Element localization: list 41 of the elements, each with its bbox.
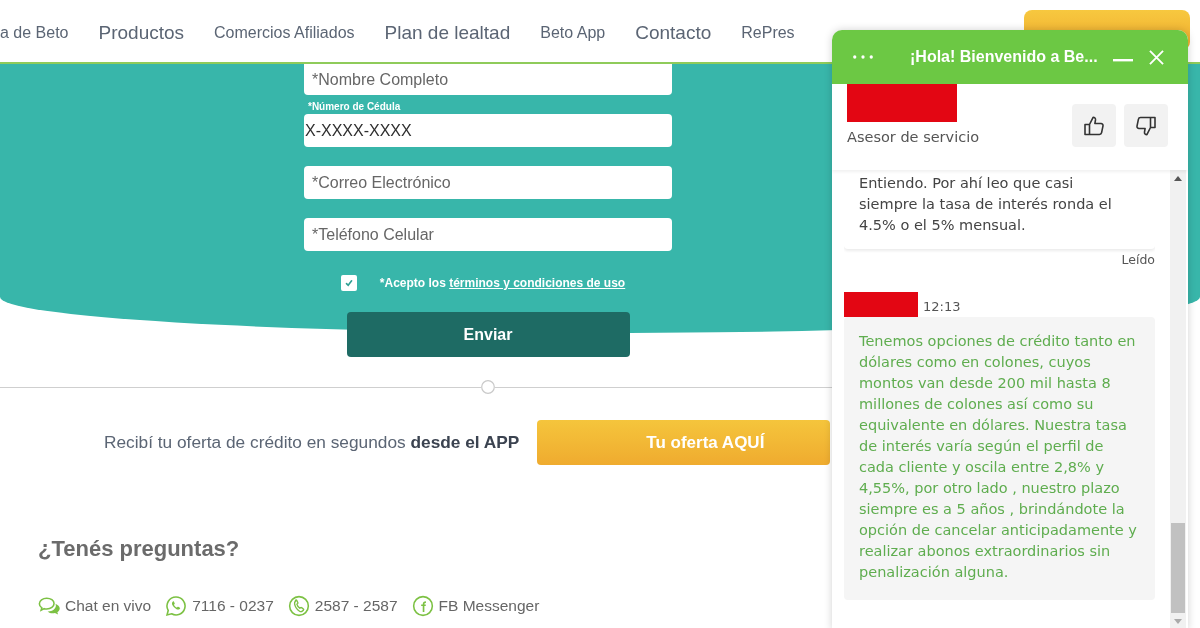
nav-link[interactable]: Productos [98,22,185,44]
nav-link[interactable]: Plan de lealtad [384,22,511,44]
nav-link[interactable]: Contacto [635,22,712,44]
caret-up-icon[interactable] [1174,176,1182,181]
caret-down-icon[interactable] [1174,619,1182,624]
nav-link[interactable]: Beto App [540,24,606,42]
input-field[interactable]: *Correo Electrónico [304,166,672,199]
nav-link[interactable]: RePres [741,24,795,42]
circle-f-icon[interactable] [411,595,434,617]
checkmark-icon [343,278,354,288]
dislike-button[interactable] [1124,104,1168,147]
checkbox[interactable] [340,275,357,291]
minimize-icon[interactable] [1113,58,1133,62]
input-field[interactable]: X-XXXX-XXXX [304,114,672,147]
contact-link[interactable]: 7116 - 0237 [192,597,274,615]
nav-link[interactable]: a de Beto [0,24,69,42]
input-field[interactable]: *Nombre Completo [304,64,672,95]
close-icon[interactable] [1149,49,1164,65]
nav-link[interactable]: Comercios Afiliados [214,24,355,42]
chat-title: ¡Hola! Bienvenido a Be... [910,48,1098,66]
offer-text: Recibí tu oferta de crédito en segundos desde el APP [104,432,520,453]
message-bubble: Entiendo. Por ahí leo que casi siempre la tasa de interés ronda el 4.5% o el 5% mensual. [844,170,1155,249]
questions-heading: ¿Tenés preguntas? [38,536,240,562]
contact-link[interactable]: 2587 - 2587 [314,597,398,615]
agent-role: Asesor de servicio [847,128,980,147]
contact-link[interactable]: Chat en vivo [65,597,152,615]
like-button[interactable] [1072,104,1116,147]
terms-text: *Acepto los términos y condiciones de uso [379,276,626,290]
read-status: Leído [1121,253,1155,267]
send-button[interactable]: Enviar [346,312,630,357]
scrollbar[interactable] [1170,170,1186,628]
message-bubble: Tenemos opciones de crédito tanto en dólares como en colones, cuyos montos van desde 200 mil hasta 8 millones de colones así como su equivalente en dólares. Nuestra tasa de interés varía según el perfil de cada cliente y oscila entre 2,8% y 4,55%, por otro lado , nuestro plazo siempre es a 5 años , brindándote la opción de cancelar anticipadamente y realizar abonos extraordinarios sin penalización alguna. [844,317,1155,600]
contact-link[interactable]: FB Messenger [438,597,540,615]
scrollbar-thumb[interactable] [1171,523,1185,613]
message-time: 12:13 [923,299,961,316]
speech-bubble-phone-icon[interactable] [165,595,188,617]
more-options-icon[interactable] [852,54,874,60]
field-label: *Número de Cédula [307,101,402,113]
chat-bubbles-icon[interactable] [38,595,60,617]
phone-circle-icon[interactable] [287,595,310,617]
input-field[interactable]: *Teléfono Celular [304,218,672,251]
